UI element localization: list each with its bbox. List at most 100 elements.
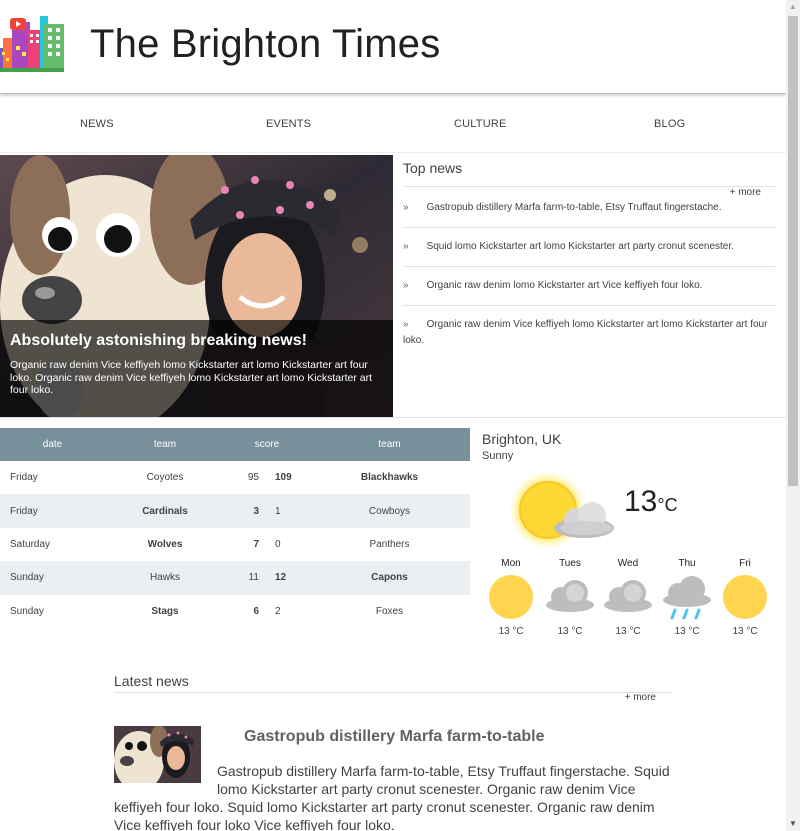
sun-icon xyxy=(489,575,533,619)
top-news: Top news + more » Gastropub distillery Ma… xyxy=(403,160,775,360)
top-news-item[interactable]: » Organic raw denim Vice keffiyeh lomo Ki… xyxy=(403,306,775,360)
weather-temp-unit: °C xyxy=(657,495,678,515)
section-divider xyxy=(0,417,786,418)
bullet-icon: » xyxy=(403,319,409,330)
top-news-item-text: Gastropub distillery Marfa farm-to-table… xyxy=(426,202,722,213)
top-news-item-text: Squid lomo Kickstarter art lomo Kickstar… xyxy=(426,241,734,252)
article-title[interactable]: Gastropub distillery Marfa farm-to-table xyxy=(244,726,672,762)
forecast-day-temp: 13 °C xyxy=(615,626,641,637)
forecast-day-temp: 13 °C xyxy=(732,626,758,637)
latest-article[interactable]: Gastropub distillery Marfa farm-to-table… xyxy=(114,726,672,831)
table-row[interactable]: Saturday Wolves 7 0 Panthers xyxy=(0,528,470,561)
cell-score-away: 1 xyxy=(267,494,309,528)
cell-score-away: 0 xyxy=(275,538,281,550)
forecast-day-name: Mon xyxy=(501,558,521,569)
top-news-item[interactable]: » Gastropub distillery Marfa farm-to-tabl… xyxy=(403,187,775,228)
hero-title[interactable]: Absolutely astonishing breaking news! xyxy=(10,332,383,350)
cell-score-home: 7 xyxy=(253,538,259,550)
cell-team-away: Capons xyxy=(309,561,470,595)
cell-date: Sunday xyxy=(10,605,44,617)
cell-team-away: Panthers xyxy=(369,538,410,550)
table-row[interactable]: Sunday Stags 6 2 Foxes xyxy=(0,595,470,628)
nav-item-events[interactable]: EVENTS xyxy=(266,118,311,130)
weather-widget: Brighton, UK Sunny 13°C Mon 13 °C Tues 1… xyxy=(482,428,782,650)
top-news-item-text: Organic raw denim Vice keffiyeh lomo Kic… xyxy=(403,319,768,346)
rain-icon xyxy=(663,576,711,620)
weather-temp: 13°C xyxy=(624,485,678,519)
cell-team-home: Stags xyxy=(151,605,179,617)
weather-temp-value: 13 xyxy=(624,485,658,518)
cloud-icon xyxy=(604,580,652,612)
latest-news-header: Latest news + more xyxy=(114,673,672,703)
forecast-day-temp: 13 °C xyxy=(557,626,583,637)
cell-team-home: Cardinals xyxy=(105,494,225,528)
cell-score-home: 11 xyxy=(225,561,267,595)
cell-team-home: Hawks xyxy=(105,561,225,595)
cell-score-home: 3 xyxy=(225,494,267,528)
table-row[interactable]: Friday Cardinals 3 1 Cowboys xyxy=(0,494,470,528)
city-logo-icon[interactable] xyxy=(0,12,64,74)
header-score[interactable]: score xyxy=(225,428,309,461)
article-thumbnail[interactable] xyxy=(114,726,201,783)
scroll-up-arrow-icon[interactable]: ▲ xyxy=(786,0,800,14)
hero-story[interactable]: Absolutely astonishing breaking news! Or… xyxy=(0,155,393,418)
bullet-icon: » xyxy=(403,280,409,291)
top-news-more-link[interactable]: + more xyxy=(730,187,761,198)
forecast-day-name: Wed xyxy=(617,558,639,569)
latest-news-more-link[interactable]: + more xyxy=(625,692,656,703)
cell-date: Saturday xyxy=(10,538,51,550)
scrollbar-thumb[interactable] xyxy=(788,16,798,486)
forecast-day-name: Fri xyxy=(739,558,751,569)
top-news-header: Top news + more xyxy=(403,160,775,198)
cell-team-away: Cowboys xyxy=(309,494,470,528)
top-news-item[interactable]: » Squid lomo Kickstarter art lomo Kicksta… xyxy=(403,228,775,267)
cell-team-home: Wolves xyxy=(147,538,183,550)
vertical-scrollbar[interactable]: ▲ ▼ xyxy=(786,0,800,831)
header-team[interactable]: team xyxy=(309,428,470,461)
forecast-day-name: Tues xyxy=(559,558,581,569)
cell-score-home: 95 xyxy=(247,472,259,484)
forecast-day: Thu 13 °C xyxy=(658,558,716,637)
weather-city: Brighton, UK xyxy=(482,431,562,447)
header-date[interactable]: date xyxy=(0,428,105,461)
scores-header-row: date team score team xyxy=(0,428,470,461)
scroll-down-arrow-icon[interactable]: ▼ xyxy=(786,817,800,831)
forecast-day-temp: 13 °C xyxy=(674,626,700,637)
latest-news: Latest news + more Gastropub distillery … xyxy=(114,673,672,831)
nav-item-news[interactable]: NEWS xyxy=(80,118,114,130)
site-header: The Brighton Times xyxy=(0,0,786,94)
table-row[interactable]: Friday Coyotes 95 109 Blackhawks xyxy=(0,461,470,494)
bullet-icon: » xyxy=(403,202,409,213)
forecast-day: Tues 13 °C xyxy=(541,558,599,637)
scores-table: date team score team Friday Coyotes 95 1… xyxy=(0,428,470,628)
cell-score-home: 6 xyxy=(253,605,259,617)
cell-date: Friday xyxy=(0,494,105,528)
table-row[interactable]: Sunday Hawks 11 12 Capons xyxy=(0,561,470,595)
cloud-icon xyxy=(546,580,594,612)
forecast-day: Mon 13 °C xyxy=(482,558,540,637)
weather-condition: Sunny xyxy=(482,450,514,462)
nav-item-culture[interactable]: CULTURE xyxy=(454,118,507,130)
cell-score-away: 12 xyxy=(267,561,309,595)
hero-caption: Absolutely astonishing breaking news! Or… xyxy=(0,320,393,418)
page: The Brighton Times NEWS EVENTS CULTURE B… xyxy=(0,0,786,831)
main-nav: NEWS EVENTS CULTURE BLOG xyxy=(0,95,786,153)
sun-icon xyxy=(723,575,767,619)
forecast-day: Wed 13 °C xyxy=(599,558,657,637)
forecast-day-name: Thu xyxy=(678,558,696,569)
cell-team-home: Coyotes xyxy=(146,472,184,484)
sun-behind-cloud-icon xyxy=(508,470,614,550)
cell-team-away: Blackhawks xyxy=(360,472,419,484)
top-news-list: » Gastropub distillery Marfa farm-to-tabl… xyxy=(403,187,775,360)
cell-team-away: Foxes xyxy=(375,605,404,617)
cell-score-away: 2 xyxy=(275,605,281,617)
nav-item-blog[interactable]: BLOG xyxy=(654,118,685,130)
bullet-icon: » xyxy=(403,241,409,252)
top-news-item[interactable]: » Organic raw denim lomo Kickstarter art … xyxy=(403,267,775,306)
forecast-day-temp: 13 °C xyxy=(498,626,524,637)
cell-score-away: 109 xyxy=(275,472,292,484)
hero-text: Organic raw denim Vice keffiyeh lomo Kic… xyxy=(10,359,372,396)
weather-forecast: Mon 13 °C Tues 13 °C Wed 13 °C Thu 13 °C… xyxy=(482,558,774,650)
site-title[interactable]: The Brighton Times xyxy=(90,22,440,67)
header-team[interactable]: team xyxy=(105,428,225,461)
